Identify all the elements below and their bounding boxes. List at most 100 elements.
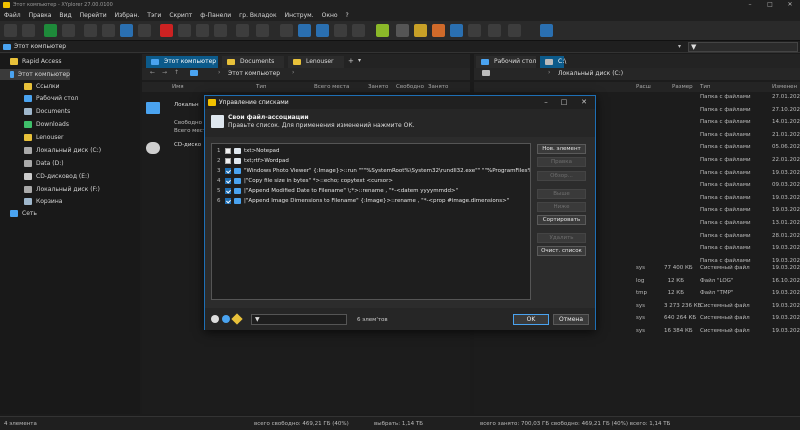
dropdown-icon[interactable]: ▾ — [678, 43, 681, 50]
menu-icon[interactable] — [211, 315, 219, 323]
col-type[interactable]: Тип — [700, 84, 711, 90]
close-button[interactable]: ✕ — [780, 0, 800, 10]
back-icon[interactable] — [4, 24, 17, 37]
dual-pane-icon[interactable] — [488, 24, 501, 37]
side-button[interactable]: Правка — [537, 157, 586, 167]
list-item[interactable]: 4 |"Copy file size in bytes" *>::echo; co… — [212, 176, 530, 186]
catalog-icon[interactable] — [376, 24, 389, 37]
col-type[interactable]: Тип — [256, 84, 267, 90]
tree-item[interactable]: CD-дисковод (E:) — [24, 171, 89, 182]
side-button[interactable]: Удалить — [537, 233, 586, 243]
menu-item[interactable]: гр. Вкладок — [239, 12, 276, 19]
minimize-button[interactable]: – — [740, 0, 760, 10]
item-checkbox[interactable] — [225, 188, 231, 194]
history-icon[interactable] — [62, 24, 75, 37]
up-icon[interactable]: ↑ — [174, 69, 179, 76]
tree-item[interactable]: Корзина — [24, 196, 62, 207]
menu-item[interactable]: Тэги — [147, 12, 161, 19]
col-used[interactable]: Занято — [368, 84, 388, 90]
side-button[interactable]: Ниже — [537, 202, 586, 212]
properties-icon[interactable] — [196, 24, 209, 37]
tab-desktop[interactable]: Рабочий стол — [476, 56, 536, 68]
list-item[interactable]: 3 "Windows Photo Viewer" {:Image}>::run "… — [212, 166, 530, 176]
layout-icon[interactable] — [508, 24, 521, 37]
list-filter-input[interactable]: ▼ — [251, 314, 347, 325]
location-icon[interactable] — [120, 24, 133, 37]
search-icon[interactable] — [298, 24, 311, 37]
panel-icon[interactable] — [468, 24, 481, 37]
item-checkbox[interactable] — [225, 158, 231, 164]
col-ext[interactable]: Расш — [636, 84, 651, 90]
tree-item[interactable]: Этот компьютер — [0, 69, 70, 80]
tab-this-computer[interactable]: Этот компьютер — [146, 56, 218, 68]
tree-item[interactable]: Rapid Access — [10, 56, 61, 67]
dialog-close-button[interactable]: ✕ — [575, 96, 593, 109]
tab-lenouser[interactable]: Lenouser — [288, 56, 344, 68]
info-icon[interactable] — [450, 24, 463, 37]
new-folder-icon[interactable] — [178, 24, 191, 37]
list-item[interactable]: 1 txt>Notepad — [212, 146, 530, 156]
undo-icon[interactable] — [236, 24, 249, 37]
side-button[interactable]: Сортировать — [537, 215, 586, 225]
menu-item[interactable]: Файл — [4, 12, 21, 19]
up-icon[interactable] — [44, 24, 57, 37]
tags-icon[interactable] — [414, 24, 427, 37]
menu-item[interactable]: Окно — [322, 12, 338, 19]
menu-item[interactable]: Перейти — [80, 12, 107, 19]
forward-icon[interactable] — [22, 24, 35, 37]
color-filter-icon[interactable] — [352, 24, 365, 37]
tree-item[interactable]: Сеть — [10, 208, 37, 219]
col-free[interactable]: Свободно — [396, 84, 424, 90]
col-used2[interactable]: Занято — [428, 84, 448, 90]
menu-item[interactable]: ф-Панели — [200, 12, 231, 19]
tree-item[interactable]: Data (D:) — [24, 158, 64, 169]
menu-item[interactable]: Скрипт — [169, 12, 192, 19]
find-files-icon[interactable] — [316, 24, 329, 37]
item-checkbox[interactable] — [225, 168, 231, 174]
menu-item[interactable]: Правка — [29, 12, 52, 19]
menu-item[interactable]: ? — [346, 12, 349, 19]
breadcrumb[interactable]: Локальный диск (C:) — [558, 69, 623, 79]
redo-icon[interactable] — [256, 24, 269, 37]
edit-icon[interactable] — [231, 313, 243, 325]
menu-item[interactable]: Инструм. — [285, 12, 314, 19]
breadcrumb[interactable]: Этот компьютер — [228, 69, 280, 79]
list-item[interactable]: 6 |"Append Image Dimensions to Filename" … — [212, 196, 530, 206]
info-icon[interactable] — [222, 315, 230, 323]
tab-c-drive[interactable]: C:\ — [540, 56, 566, 68]
back-icon[interactable]: ← — [150, 69, 155, 76]
list-item[interactable]: 5 |"Append Modified Date to Filename" \;*… — [212, 186, 530, 196]
associations-list[interactable]: 1 txt>Notepad 2 txt;rtf>Wordpad 3 "Windows Ph… — [211, 143, 531, 300]
col-name[interactable]: Имя — [172, 84, 184, 90]
delete-icon[interactable] — [160, 24, 173, 37]
list-icon[interactable] — [280, 24, 293, 37]
color-palette-icon[interactable] — [432, 24, 445, 37]
tree-item[interactable]: Рабочий стол — [24, 93, 78, 104]
drive-item[interactable]: Локальн Свободно Всего места — [142, 100, 209, 136]
tools-icon[interactable] — [540, 24, 553, 37]
tree-item[interactable]: Downloads — [24, 119, 69, 130]
item-checkbox[interactable] — [225, 198, 231, 204]
filter-input[interactable]: ▼ — [688, 42, 798, 52]
maximize-button[interactable]: □ — [760, 0, 780, 10]
ok-button[interactable]: OK — [513, 314, 549, 325]
view-icon[interactable] — [214, 24, 227, 37]
col-total[interactable]: Всего места — [314, 84, 349, 90]
new-tab-icon[interactable]: + — [348, 57, 354, 65]
tree-item[interactable]: Ссылки — [24, 81, 60, 92]
tree-item[interactable]: Локальный диск (C:) — [24, 145, 101, 156]
col-modified[interactable]: Изменен — [772, 84, 797, 90]
dialog-maximize-button[interactable]: □ — [555, 96, 573, 109]
tab-menu-icon[interactable]: ▾ — [358, 57, 361, 64]
side-button[interactable]: Очист. список — [537, 246, 586, 256]
menu-item[interactable]: Вид — [59, 12, 71, 19]
cd-item[interactable]: CD-диско — [142, 140, 202, 160]
paste-icon[interactable] — [138, 24, 151, 37]
item-checkbox[interactable] — [225, 148, 231, 154]
menu-item[interactable]: Избран. — [115, 12, 140, 19]
col-size[interactable]: Размер — [672, 84, 693, 90]
cut-icon[interactable] — [84, 24, 97, 37]
dialog-minimize-button[interactable]: – — [537, 96, 555, 109]
tree-item[interactable]: Lenouser — [24, 132, 64, 143]
item-checkbox[interactable] — [225, 178, 231, 184]
